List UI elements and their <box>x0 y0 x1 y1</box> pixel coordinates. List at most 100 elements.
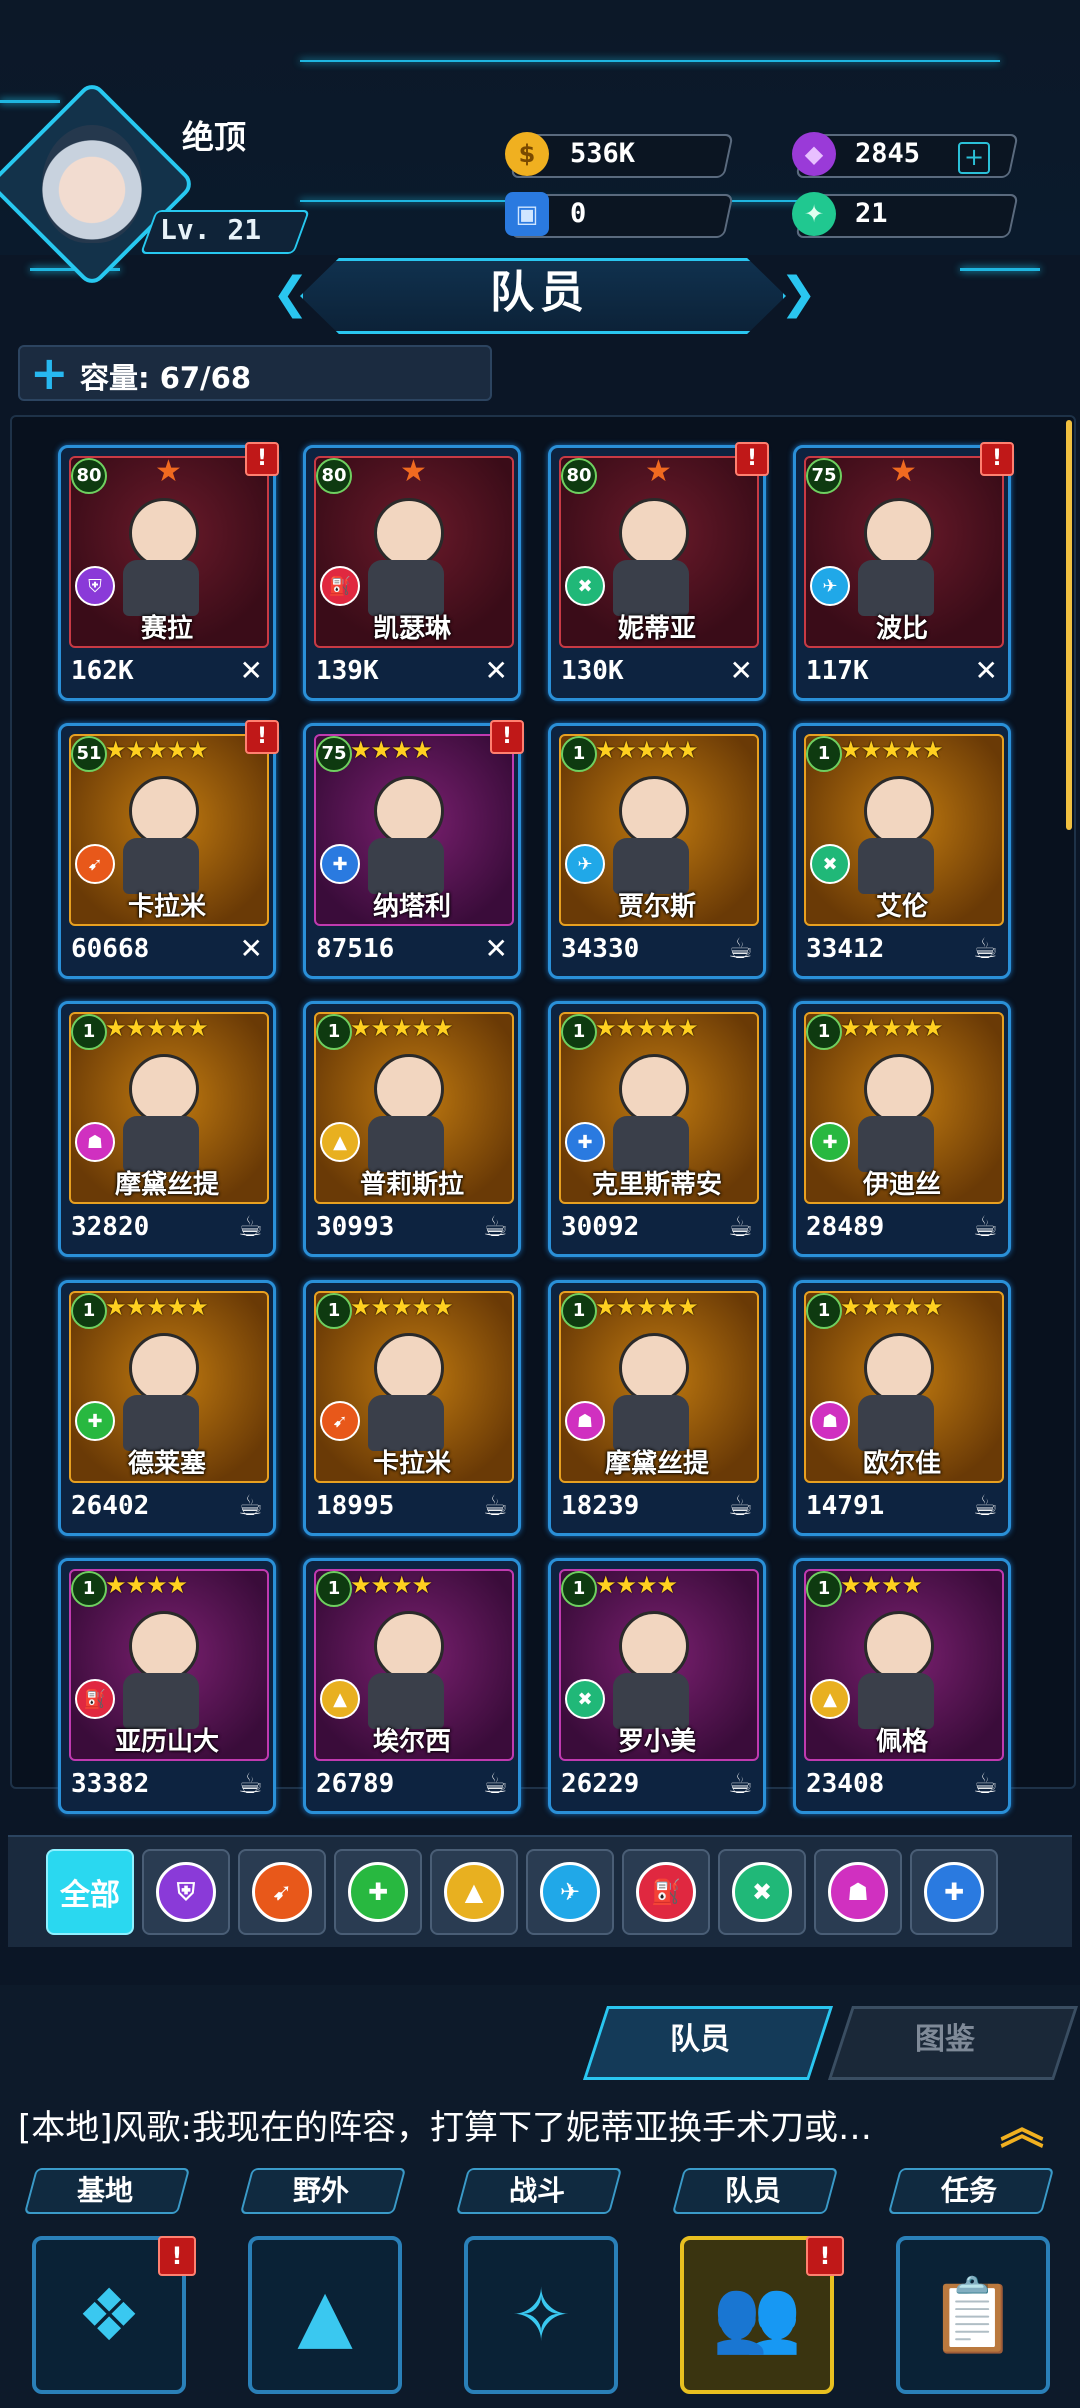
member-level: 80 <box>71 458 107 494</box>
member-card[interactable]: 80 ★ ⛽ 凯瑟琳 139K ✕ <box>303 445 521 701</box>
member-card[interactable]: 1 ★★★★★ ✚ 伊迪丝 28489 ☕ <box>793 1001 1011 1257</box>
member-name: 卡拉米 <box>127 892 206 922</box>
deployed-status-icon: ✕ <box>974 654 998 687</box>
member-card[interactable]: 1 ★★★★★ ☗ 摩黛丝提 18239 ☕ <box>548 1280 766 1536</box>
member-card[interactable]: 1 ★★★★ ▲ 埃尔西 26789 ☕ <box>303 1558 521 1814</box>
member-power: 117K <box>806 656 869 686</box>
cube-icon: ▣ <box>505 192 549 236</box>
member-name: 埃尔西 <box>372 1727 451 1757</box>
member-card[interactable]: 1 ★★★★★ ▲ 普莉斯拉 30993 ☕ <box>303 1001 521 1257</box>
member-name: 纳塔利 <box>372 892 451 922</box>
add-gems-button[interactable]: + <box>958 142 990 174</box>
filter-syringe-role-button[interactable]: ✚ <box>334 1849 422 1935</box>
filter-cone-role-button[interactable]: ▲ <box>430 1849 518 1935</box>
member-level: 1 <box>806 1571 842 1607</box>
cone-role-icon: ▲ <box>810 1679 850 1719</box>
member-level: 1 <box>71 1571 107 1607</box>
player-name: 绝顶 <box>182 118 247 156</box>
chat-message[interactable]: [本地]风歌:我现在的阵容，打算下了妮蒂亚换手术刀或… <box>18 2100 998 2154</box>
resting-status-icon: ☕ <box>972 932 998 965</box>
emblem-icon[interactable]: ✧ <box>464 2236 618 2394</box>
member-name: 亚历山大 <box>114 1727 219 1757</box>
rocket-role-icon: ✈ <box>565 844 605 884</box>
member-name: 摩黛丝提 <box>604 1449 709 1479</box>
resting-status-icon: ☕ <box>482 1489 508 1522</box>
expand-capacity-icon[interactable]: + <box>30 346 69 400</box>
tab-members-label[interactable]: 队员 <box>585 2006 815 2074</box>
medic-role-icon: ✚ <box>924 1862 984 1922</box>
member-level: 1 <box>561 1293 597 1329</box>
member-level: 80 <box>316 458 352 494</box>
nav-label[interactable]: 基地 <box>30 2170 180 2212</box>
member-card[interactable]: 75 ★★★★! ✚ 纳塔利 87516 ✕ <box>303 720 524 979</box>
member-power: 14791 <box>806 1491 885 1521</box>
member-power: 34330 <box>561 934 640 964</box>
member-stars: ★★★★ <box>595 1571 678 1599</box>
nav-label[interactable]: 队员 <box>678 2170 828 2212</box>
syringe-role-icon: ✚ <box>75 1401 115 1441</box>
character-portrait <box>356 1325 456 1455</box>
alert-badge: ! <box>735 442 769 476</box>
member-name: 贾尔斯 <box>617 892 696 922</box>
nav-label[interactable]: 任务 <box>894 2170 1044 2212</box>
filter-tools-role-button[interactable]: ✖ <box>718 1849 806 1935</box>
member-card[interactable]: 80 ★! ⛨ 赛拉 162K ✕ <box>58 442 279 701</box>
member-card[interactable]: 51 ★★★★★! ➹ 卡拉米 60668 ✕ <box>58 720 279 979</box>
member-stars: ★★★★★ <box>350 1293 454 1321</box>
member-card[interactable]: 1 ★★★★★ ✚ 克里斯蒂安 30092 ☕ <box>548 1001 766 1257</box>
member-card[interactable]: 1 ★★★★ ▲ 佩格 23408 ☕ <box>793 1558 1011 1814</box>
member-stars: ★★★★★ <box>105 736 209 764</box>
clipboard-icon[interactable]: 📋 <box>896 2236 1050 2394</box>
character-portrait <box>601 1603 701 1733</box>
member-card[interactable]: 1 ★★★★★ ☗ 欧尔佳 14791 ☕ <box>793 1280 1011 1536</box>
filter-shield-role-button[interactable]: ⛨ <box>142 1849 230 1935</box>
character-portrait <box>846 1046 946 1176</box>
member-card[interactable]: 1 ★★★★★ ➹ 卡拉米 18995 ☕ <box>303 1280 521 1536</box>
avatar[interactable] <box>42 125 142 243</box>
tab-gallery-label[interactable]: 图鉴 <box>830 2006 1060 2074</box>
character-portrait <box>846 1325 946 1455</box>
member-name: 摩黛丝提 <box>114 1170 219 1200</box>
filter-gun-role-button[interactable]: ➹ <box>238 1849 326 1935</box>
member-card[interactable]: 80 ★! ✖ 妮蒂亚 130K ✕ <box>548 442 769 701</box>
member-level: 1 <box>806 1014 842 1050</box>
fuel-role-icon: ⛽ <box>75 1679 115 1719</box>
filter-ghost-role-button[interactable]: ☗ <box>814 1849 902 1935</box>
member-name: 艾伦 <box>875 892 928 922</box>
character-portrait <box>111 1325 211 1455</box>
ghost-role-icon: ☗ <box>810 1401 850 1441</box>
member-stars: ★★★★★ <box>350 1014 454 1042</box>
member-card[interactable]: 1 ★★★★★ ✈ 贾尔斯 34330 ☕ <box>548 723 766 979</box>
chevron-right-icon: ❯ <box>780 268 817 319</box>
mountain-icon[interactable]: ▲ <box>248 2236 402 2394</box>
filter-fuel-role-button[interactable]: ⛽ <box>622 1849 710 1935</box>
member-card[interactable]: 1 ★★★★ ⛽ 亚历山大 33382 ☕ <box>58 1558 276 1814</box>
member-card[interactable]: 1 ★★★★★ ✚ 德莱塞 26402 ☕ <box>58 1280 276 1536</box>
alert-badge: ! <box>245 720 279 754</box>
member-card[interactable]: 75 ★! ✈ 波比 117K ✕ <box>793 442 1014 701</box>
filter-all-button[interactable]: 全部 <box>46 1849 134 1935</box>
tools-role-icon: ✖ <box>565 566 605 606</box>
filter-medic-role-button[interactable]: ✚ <box>910 1849 998 1935</box>
member-name: 伊迪丝 <box>862 1170 941 1200</box>
member-card[interactable]: 1 ★★★★ ✖ 罗小美 26229 ☕ <box>548 1558 766 1814</box>
scrollbar[interactable] <box>1066 420 1072 830</box>
tools-role-icon: ✖ <box>810 844 850 884</box>
filter-rocket-role-button[interactable]: ✈ <box>526 1849 614 1935</box>
member-power: 162K <box>71 656 134 686</box>
chevron-up-icon[interactable]: ︽ <box>1000 2092 1044 2156</box>
member-card[interactable]: 1 ★★★★★ ☗ 摩黛丝提 32820 ☕ <box>58 1001 276 1257</box>
nav-label[interactable]: 战斗 <box>462 2170 612 2212</box>
member-name: 克里斯蒂安 <box>591 1170 722 1200</box>
gun-role-icon: ➹ <box>320 1401 360 1441</box>
nav-label[interactable]: 野外 <box>246 2170 396 2212</box>
rocket-role-icon: ✈ <box>810 566 850 606</box>
member-name: 卡拉米 <box>372 1449 451 1479</box>
member-card[interactable]: 1 ★★★★★ ✖ 艾伦 33412 ☕ <box>793 723 1011 979</box>
member-stars: ★★★★★ <box>840 1293 944 1321</box>
page-title: 队员 <box>490 267 590 318</box>
member-power: 26789 <box>316 1769 395 1799</box>
character-portrait <box>356 1603 456 1733</box>
cone-role-icon: ▲ <box>320 1679 360 1719</box>
player-level: Lv. 21 <box>160 213 262 246</box>
